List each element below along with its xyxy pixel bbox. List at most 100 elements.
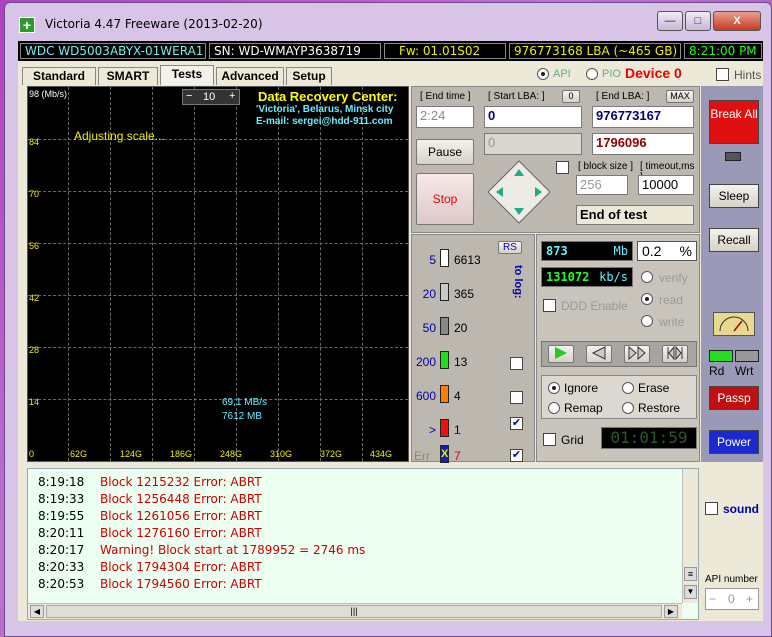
timeout-select[interactable]: 10000 (638, 175, 694, 195)
verify-label: verify (659, 271, 688, 285)
drive-info-bar: WDC WD5003ABYX-01WERA1 SN: WD-WMAYP36387… (18, 41, 763, 61)
verify-radio[interactable] (641, 271, 653, 283)
rd-label: Rd (709, 364, 725, 378)
scale-plus-button[interactable]: + (229, 90, 235, 102)
scrollbar-thumb[interactable]: ||| (46, 605, 662, 618)
graph-size: 7612 MB (222, 411, 263, 422)
x-tick: 124G (120, 449, 143, 459)
progress-percent: 0.2% (637, 241, 697, 261)
api-radio[interactable] (537, 68, 549, 80)
log-row: 8:19:55 Block 1261056 Error: ABRT (38, 509, 262, 523)
title-bar: + Victoria 4.47 Freeware (2013-02-20) — … (5, 3, 771, 37)
recovery-center-title: Data Recovery Center: (258, 89, 398, 104)
sound-checkbox[interactable] (705, 502, 718, 515)
progress-panel: 873 Mb 0.2% 131072 kb/s verify read write … (536, 234, 700, 462)
recall-button[interactable]: Recall (709, 228, 759, 252)
end-lba-max-button[interactable]: MAX (666, 90, 694, 103)
start-lba-zero-button[interactable]: 0 (562, 90, 580, 103)
erase-label: Erase (638, 381, 670, 395)
x-tick: 310G (270, 449, 293, 459)
scroll-left-icon[interactable]: ◀ (30, 605, 44, 618)
y-tick: 14 (29, 397, 40, 407)
start-lba-label: [ Start LBA: ] (488, 91, 545, 102)
minimize-button[interactable]: — (657, 11, 683, 31)
restore-label: Restore (638, 401, 681, 415)
write-radio[interactable] (641, 315, 653, 327)
goto-end-icon[interactable] (662, 345, 688, 363)
start-lba-input[interactable]: 0 (484, 106, 582, 128)
restore-radio[interactable] (622, 402, 634, 414)
scale-value: 10 (203, 91, 216, 103)
y-tick: 28 (29, 345, 40, 355)
hints-checkbox[interactable] (716, 68, 729, 81)
sound-panel: sound API number − 0 + (701, 468, 763, 620)
api-number-spinner[interactable]: − 0 + (705, 588, 759, 610)
ignore-radio[interactable] (548, 382, 560, 394)
api-minus-button[interactable]: − (709, 592, 716, 606)
log-horizontal-scrollbar[interactable]: ◀ ||| ▶ (28, 603, 682, 619)
recovery-center-line1: 'Victoria', Belarus, Minsk city (256, 104, 394, 115)
api-number-label: API number (705, 574, 758, 585)
scrollbar-grip-icon[interactable]: ≡ (684, 567, 697, 581)
log-checkbox[interactable]: ✔ (510, 449, 523, 462)
read-radio[interactable] (641, 293, 653, 305)
end-mode-select[interactable]: End of test (576, 205, 694, 225)
log-checkbox[interactable] (510, 391, 523, 404)
power-button[interactable]: Power (709, 430, 759, 454)
ddd-checkbox[interactable] (543, 299, 556, 312)
sleep-button[interactable]: Sleep (709, 184, 759, 208)
log-vertical-scrollbar[interactable]: ≡ ▼ (682, 469, 698, 603)
tab-tests[interactable]: Tests (160, 65, 214, 85)
grid-label: Grid (561, 433, 584, 447)
status-led (725, 152, 741, 161)
api-plus-button[interactable]: + (746, 592, 753, 606)
rd-indicator (709, 350, 733, 362)
pause-lba-field: 0 (484, 133, 582, 155)
pad-checkbox[interactable] (556, 161, 569, 174)
pio-radio[interactable] (586, 68, 598, 80)
pio-label: PIO (602, 68, 621, 80)
clock: 8:21:00 PM (684, 43, 762, 59)
end-lba-input[interactable]: 976773167 (592, 106, 694, 128)
tab-advanced[interactable]: Advanced (216, 67, 284, 85)
stop-button[interactable]: Stop (416, 173, 474, 225)
passp-button[interactable]: Passp (709, 386, 759, 410)
to-log-label: to log: (512, 265, 524, 299)
scale-minus-button[interactable]: − (186, 90, 192, 102)
block-size-select[interactable]: 256 (576, 175, 628, 195)
log-checkbox[interactable] (510, 357, 523, 370)
erase-radio[interactable] (622, 382, 634, 394)
x-tick: 248G (220, 449, 243, 459)
pause-button[interactable]: Pause (416, 139, 474, 165)
read-speed: 131072 kb/s (541, 267, 633, 287)
grid-checkbox[interactable] (543, 433, 556, 446)
close-button[interactable]: X (713, 11, 761, 31)
scroll-right-icon[interactable]: ▶ (664, 605, 678, 618)
scroll-down-icon[interactable]: ▼ (684, 585, 697, 599)
break-all-button[interactable]: Break All (709, 100, 759, 144)
log-checkbox[interactable]: ✔ (510, 417, 523, 430)
api-label: API (553, 68, 571, 80)
tab-setup[interactable]: Setup (286, 67, 332, 85)
wrt-indicator (735, 350, 759, 362)
hints-label: Hints (734, 68, 762, 82)
play-icon[interactable] (548, 345, 574, 363)
maximize-button[interactable]: □ (685, 11, 711, 31)
direction-pad[interactable] (486, 159, 552, 225)
remap-radio[interactable] (548, 402, 560, 414)
speed-graph: 98 (Mb/s) 84 70 56 42 28 14 0 62G 124G 1… (27, 86, 409, 462)
reset-stats-button[interactable]: RS (498, 241, 522, 254)
end-time-input[interactable]: 2:24 (416, 106, 474, 128)
tab-standard[interactable]: Standard (22, 67, 96, 85)
read-label: read (659, 293, 684, 307)
error-action-group: Ignore Erase Remap Restore (541, 375, 697, 419)
sound-label: sound (723, 502, 759, 516)
drive-lba: 976773168 LBA (~465 GB) (509, 43, 681, 59)
skip-icon[interactable] (624, 345, 650, 363)
tab-smart[interactable]: SMART (98, 67, 158, 85)
block-size-label: [ block size ] (578, 161, 634, 172)
y-unit-label: 98 (Mb/s) (29, 89, 68, 99)
client-area: WDC WD5003ABYX-01WERA1 SN: WD-WMAYP36387… (18, 41, 763, 621)
reverse-icon[interactable] (586, 345, 612, 363)
adjusting-scale-text: Adjusting scale... (74, 129, 165, 143)
